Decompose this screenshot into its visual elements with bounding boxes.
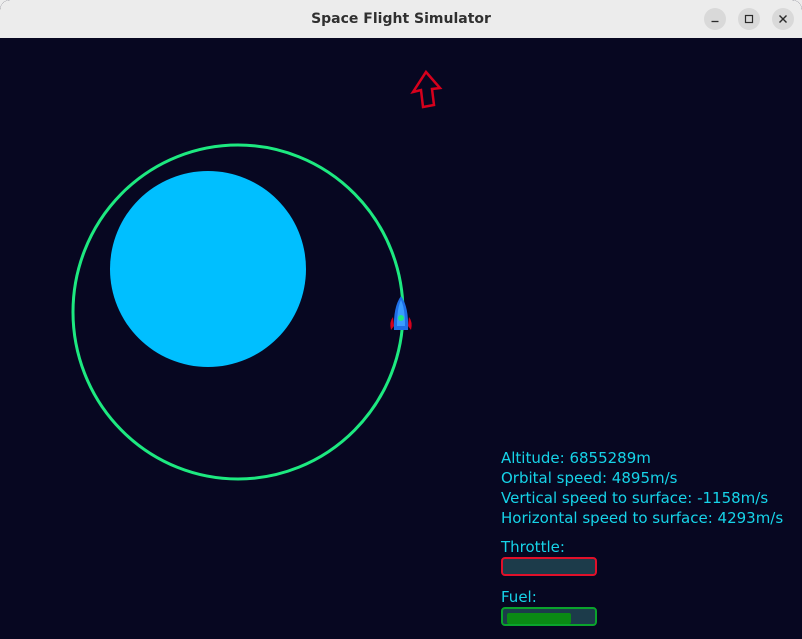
- simulation-canvas[interactable]: Altitude: 6855289m Orbital speed: 4895m/…: [0, 38, 802, 639]
- minimize-button[interactable]: [704, 8, 726, 30]
- close-button[interactable]: [772, 8, 794, 30]
- fuel-bar: [501, 607, 597, 626]
- arrow-up-outline-icon: [410, 69, 443, 109]
- fuel-label: Fuel:: [501, 588, 537, 606]
- telemetry-panel: Altitude: 6855289m Orbital speed: 4895m/…: [501, 448, 783, 528]
- app-window: Space Flight Simulator Altitude: 6855289…: [0, 0, 802, 639]
- horizontal-speed-readout: Horizontal speed to surface: 4293m/s: [501, 509, 784, 527]
- maximize-button[interactable]: [738, 8, 760, 30]
- close-icon: [779, 15, 787, 23]
- fuel-fill: [507, 613, 571, 624]
- scene: [71, 69, 443, 481]
- title-bar[interactable]: Space Flight Simulator: [0, 0, 802, 39]
- maximize-icon: [744, 14, 754, 24]
- orbital-speed-readout: Orbital speed: 4895m/s: [501, 469, 678, 487]
- vertical-speed-readout: Vertical speed to surface: -1158m/s: [501, 489, 769, 507]
- window-title: Space Flight Simulator: [311, 11, 491, 27]
- throttle-bar[interactable]: [501, 557, 597, 576]
- planet: [110, 171, 306, 367]
- throttle-label: Throttle:: [501, 538, 565, 556]
- rocket-icon: [390, 296, 412, 330]
- minimize-icon: [711, 20, 719, 23]
- altitude-readout: Altitude: 6855289m: [501, 449, 651, 467]
